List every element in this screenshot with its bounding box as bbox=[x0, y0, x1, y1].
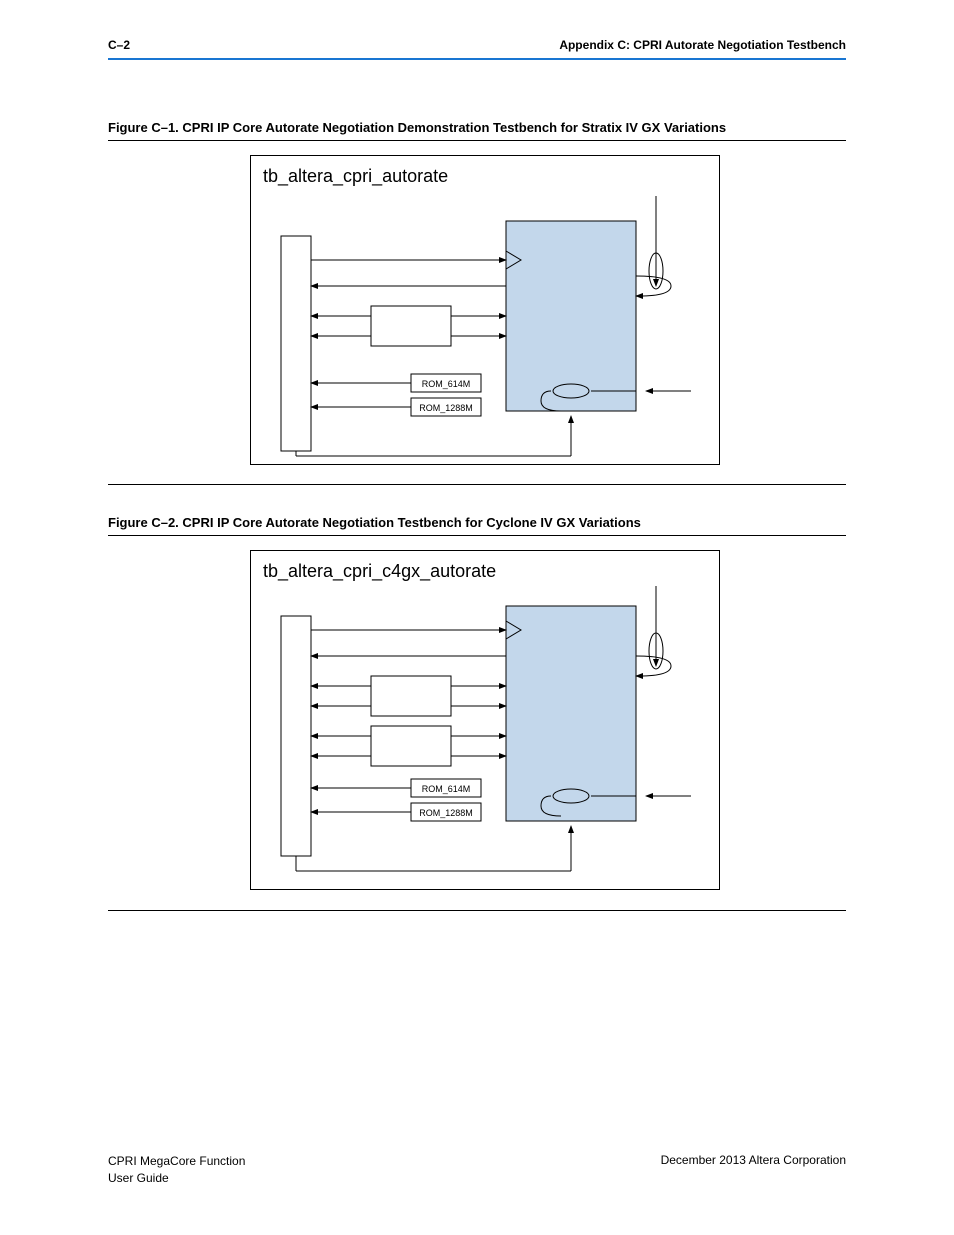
figure-1-diagram: tb_altera_cpri_autorate ROM_614M ROM_128… bbox=[250, 155, 720, 465]
rom-1288m-label: ROM_1288M bbox=[419, 403, 473, 413]
figure-2-diagram: tb_altera_cpri_c4gx_autorate ROM_614M RO… bbox=[250, 550, 720, 890]
figure-1-svg: ROM_614M ROM_1288M bbox=[251, 156, 719, 464]
page-header: C–2 Appendix C: CPRI Autorate Negotiatio… bbox=[108, 38, 846, 52]
page-number: C–2 bbox=[108, 38, 130, 52]
appendix-title: Appendix C: CPRI Autorate Negotiation Te… bbox=[559, 38, 846, 52]
page-footer: CPRI MegaCore Function User Guide Decemb… bbox=[108, 1153, 846, 1187]
rom-614m-label: ROM_614M bbox=[422, 379, 471, 389]
rom-614m-label-2: ROM_614M bbox=[422, 784, 471, 794]
figure-1-title: Figure C–1. CPRI IP Core Autorate Negoti… bbox=[108, 120, 726, 135]
product-name: CPRI MegaCore Function bbox=[108, 1153, 245, 1170]
doc-type: User Guide bbox=[108, 1170, 245, 1187]
figure-1-bottom-rule bbox=[108, 484, 846, 485]
rom-1288m-label-2: ROM_1288M bbox=[419, 808, 473, 818]
figure-2-top-rule bbox=[108, 535, 846, 536]
footer-right: December 2013 Altera Corporation bbox=[661, 1153, 846, 1187]
figure-1-top-rule bbox=[108, 140, 846, 141]
footer-left: CPRI MegaCore Function User Guide bbox=[108, 1153, 245, 1187]
figure-2-bottom-rule bbox=[108, 910, 846, 911]
header-rule bbox=[108, 58, 846, 60]
figure-2-svg: ROM_614M ROM_1288M bbox=[251, 551, 719, 889]
figure-2-title: Figure C–2. CPRI IP Core Autorate Negoti… bbox=[108, 515, 641, 530]
